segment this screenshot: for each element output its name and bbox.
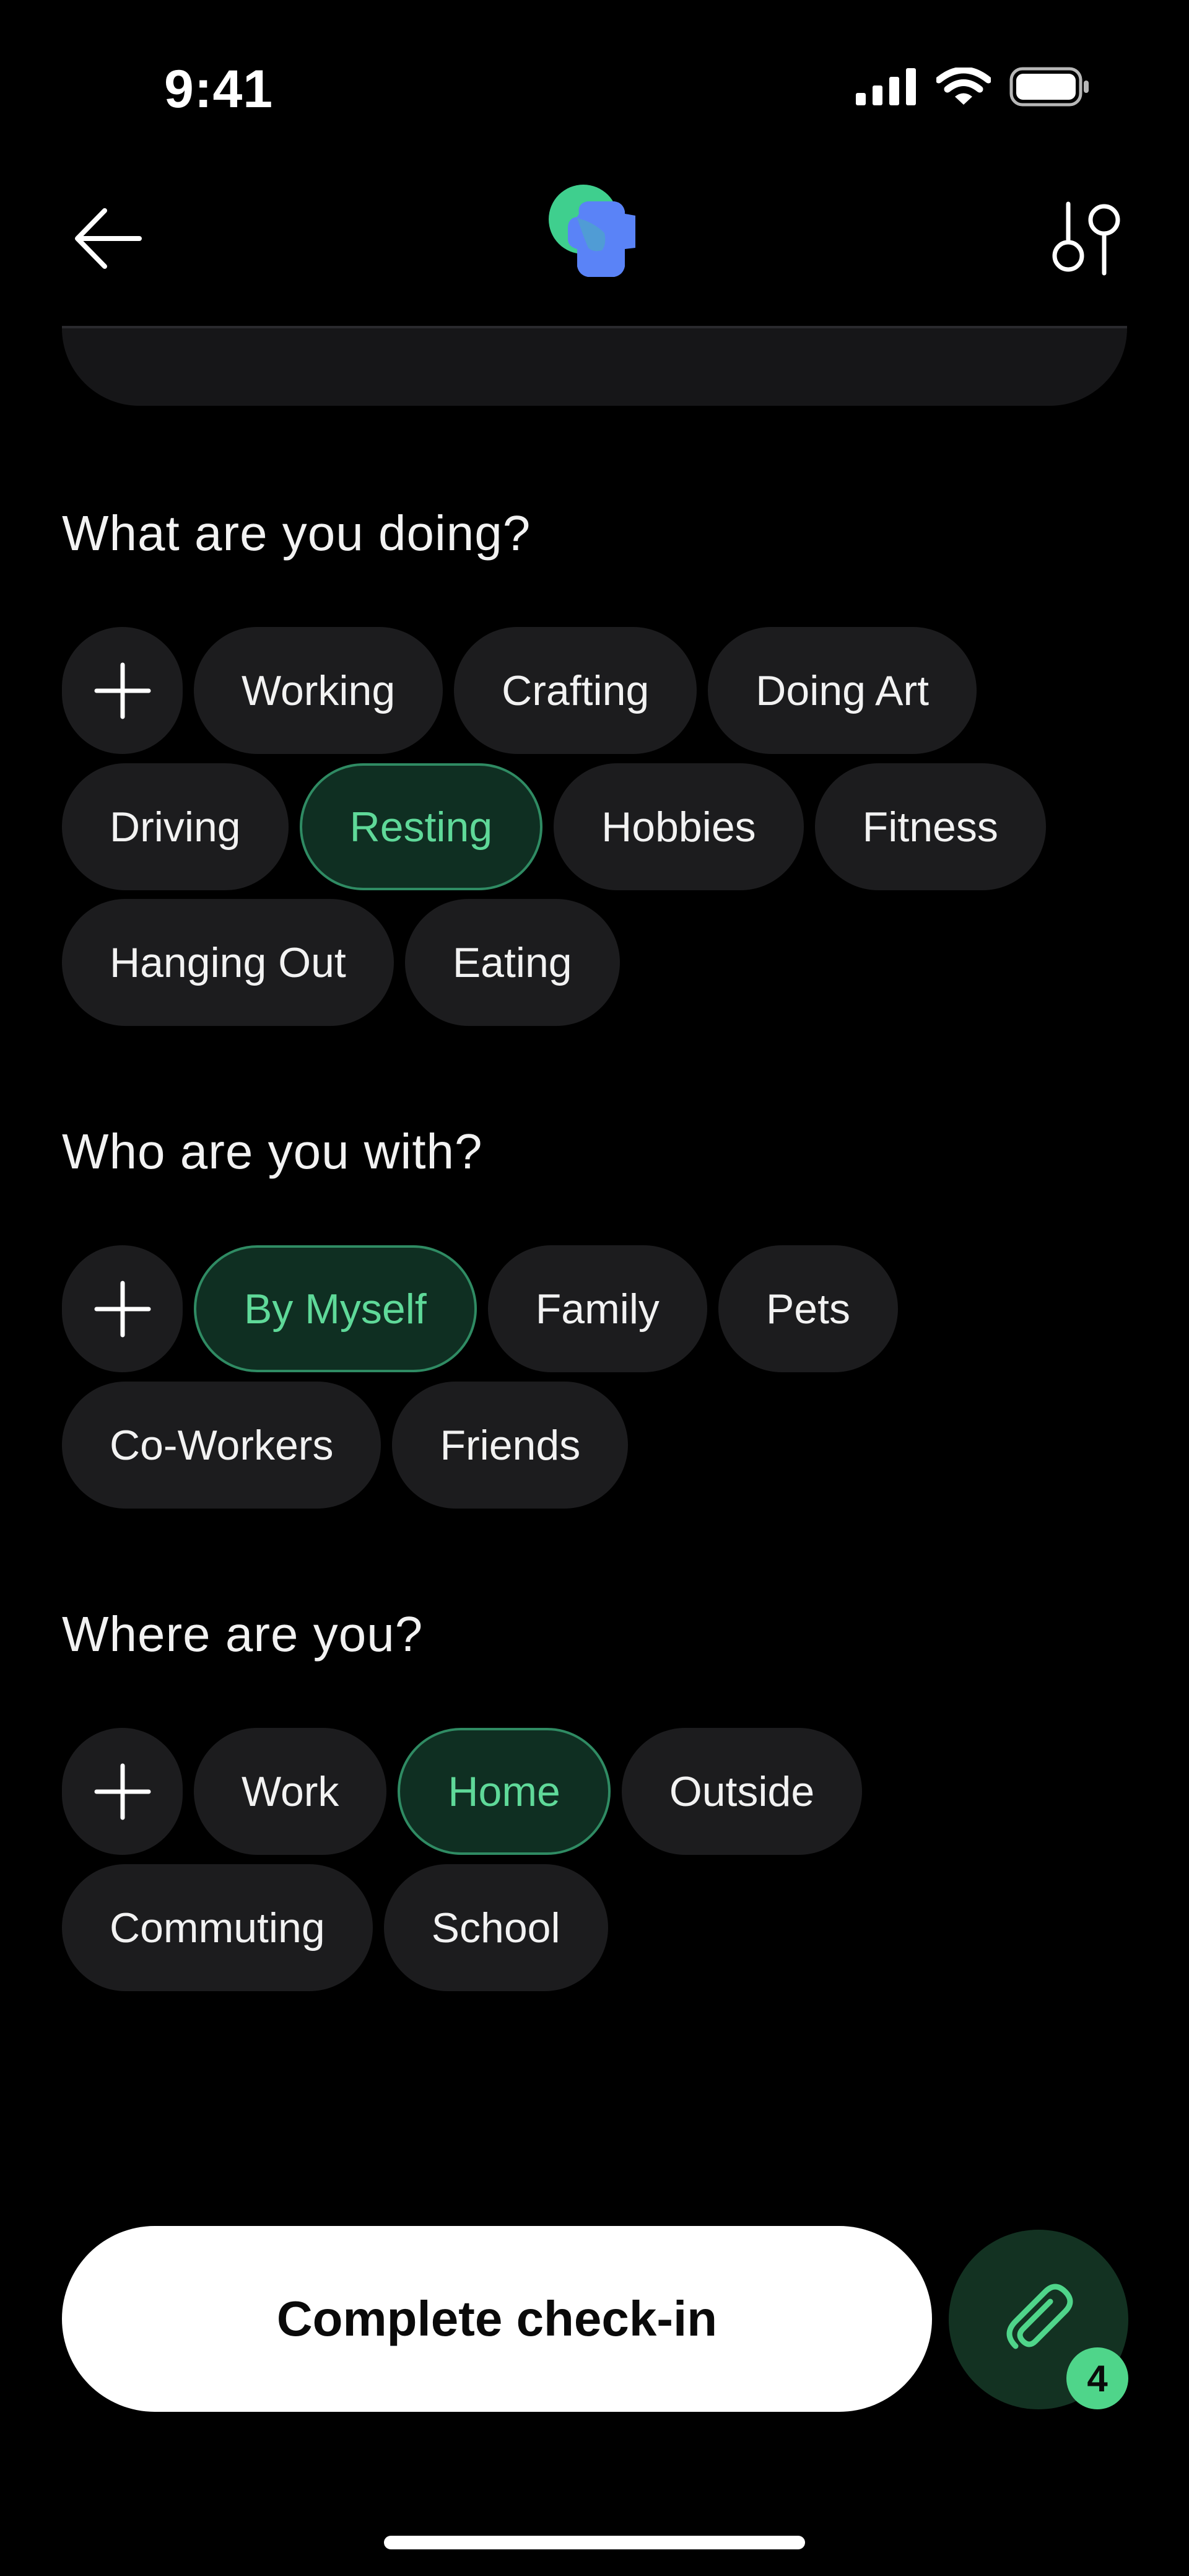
chip-hanging-out[interactable]: Hanging Out (62, 899, 394, 1026)
where-chip-row: Work Home Outside (62, 1728, 863, 1855)
chip-resting[interactable]: Resting (299, 763, 543, 890)
plus-icon (94, 1763, 150, 1820)
chip-by-myself[interactable]: By Myself (194, 1245, 477, 1372)
chip-driving[interactable]: Driving (62, 763, 289, 890)
chip-eating[interactable]: Eating (404, 899, 620, 1026)
chip-family[interactable]: Family (487, 1245, 707, 1372)
chip-home[interactable]: Home (398, 1728, 611, 1855)
app-logo (549, 185, 635, 277)
status-icons (856, 67, 1090, 107)
nav-bar (0, 173, 1189, 328)
attachment-count-badge: 4 (1066, 2347, 1128, 2409)
doing-chip-row: Working Crafting Doing Art (62, 627, 977, 754)
chip-friends[interactable]: Friends (392, 1382, 629, 1509)
wifi-icon (936, 68, 991, 105)
status-time: 9:41 (164, 59, 274, 119)
arrow-left-icon (75, 208, 142, 269)
battery-icon (1009, 67, 1089, 107)
complete-check-in-button[interactable]: Complete check-in (62, 2226, 932, 2412)
back-button[interactable] (62, 192, 155, 285)
chip-hobbies[interactable]: Hobbies (554, 763, 804, 890)
where-chip-row: Commuting School (62, 1864, 608, 1991)
plus-icon (94, 662, 150, 719)
home-indicator (384, 2536, 805, 2549)
chip-outside[interactable]: Outside (621, 1728, 863, 1855)
doing-section-title: What are you doing? (62, 506, 531, 561)
chip-school[interactable]: School (383, 1864, 608, 1991)
chip-pets[interactable]: Pets (718, 1245, 899, 1372)
with-chip-row: Co-Workers Friends (62, 1382, 629, 1509)
chip-working[interactable]: Working (194, 627, 443, 754)
plus-icon (94, 1281, 150, 1337)
with-chip-row: By Myself Family Pets (62, 1245, 899, 1372)
chip-work[interactable]: Work (194, 1728, 387, 1855)
chip-doing-art[interactable]: Doing Art (708, 627, 977, 754)
status-bar: 9:41 (0, 0, 1189, 173)
with-section-title: Who are you with? (62, 1124, 483, 1179)
filter-button[interactable] (1040, 189, 1133, 288)
add-companion-button[interactable] (62, 1245, 183, 1372)
chip-crafting[interactable]: Crafting (454, 627, 697, 754)
chip-commuting[interactable]: Commuting (62, 1864, 373, 1991)
paperclip-icon (1006, 2284, 1073, 2349)
doing-chip-row: Hanging Out Eating (62, 899, 620, 1026)
previous-card (62, 328, 1127, 406)
sliders-icon (1052, 201, 1120, 276)
chip-co-workers[interactable]: Co-Workers (62, 1382, 381, 1509)
add-location-button[interactable] (62, 1728, 183, 1855)
chip-fitness[interactable]: Fitness (814, 763, 1046, 890)
cellular-signal-icon (856, 68, 916, 105)
doing-chip-row: Driving Resting Hobbies Fitness (62, 763, 1046, 890)
add-activity-button[interactable] (62, 627, 183, 754)
where-section-title: Where are you? (62, 1606, 424, 1662)
